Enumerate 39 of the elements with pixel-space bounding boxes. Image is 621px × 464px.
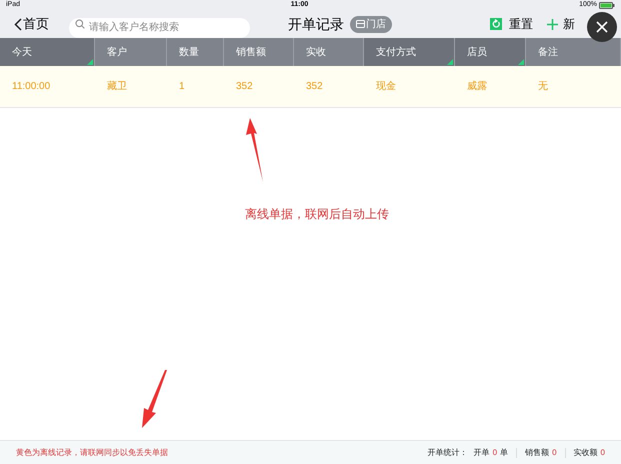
new-button[interactable]: 新 [547,15,575,33]
chevron-left-icon [14,18,22,30]
store-icon [356,20,365,28]
sales-label: 销售额 [525,446,550,458]
table-cell-text: 无 [538,80,548,94]
column-header[interactable]: 今天 [0,38,95,66]
table-cell-text: 现金 [376,80,396,94]
search-icon [75,19,85,29]
corner-triangle-icon [87,59,93,65]
arrow-icon [140,370,168,428]
column-header[interactable]: 支付方式 [364,38,455,66]
table-cell-text: 威露 [467,80,487,94]
stats-label: 开单统计： [428,446,468,458]
close-icon [596,21,608,33]
store-badge[interactable]: 门店 [350,16,392,32]
table-cell-text: 352 [236,80,253,94]
sales-value: 0 [552,446,557,458]
corner-triangle-icon [518,59,524,65]
received-label: 实收额 [574,446,598,458]
offline-note: 黄色为离线记录，请联网同步以免丢失单据 [16,446,168,458]
table-cell-text: 352 [306,80,323,94]
plus-icon [547,18,558,30]
orders-label: 开单 [474,446,490,458]
arrow-icon [244,118,264,182]
back-button[interactable]: 首页 [14,14,49,34]
column-header[interactable]: 店员 [455,38,526,66]
orders-count: 0 [492,446,498,458]
refresh-icon [490,18,502,30]
corner-triangle-icon [447,59,453,65]
received-value: 0 [600,446,605,458]
orders-unit: 单 [500,446,508,458]
table-cell-text: 1 [179,80,185,94]
battery-icon [598,2,615,8]
annotation-text: 离线单据，联网后自动上传 [245,206,389,223]
table-cell-text: 藏卫 [107,80,127,94]
search-field[interactable]: 请输入客户名称搜索 [69,18,250,38]
page-title: 开单记录 [288,14,344,34]
reset-button[interactable]: 重置 [490,15,533,33]
table-cell-text: 11:00:00 [12,80,50,94]
